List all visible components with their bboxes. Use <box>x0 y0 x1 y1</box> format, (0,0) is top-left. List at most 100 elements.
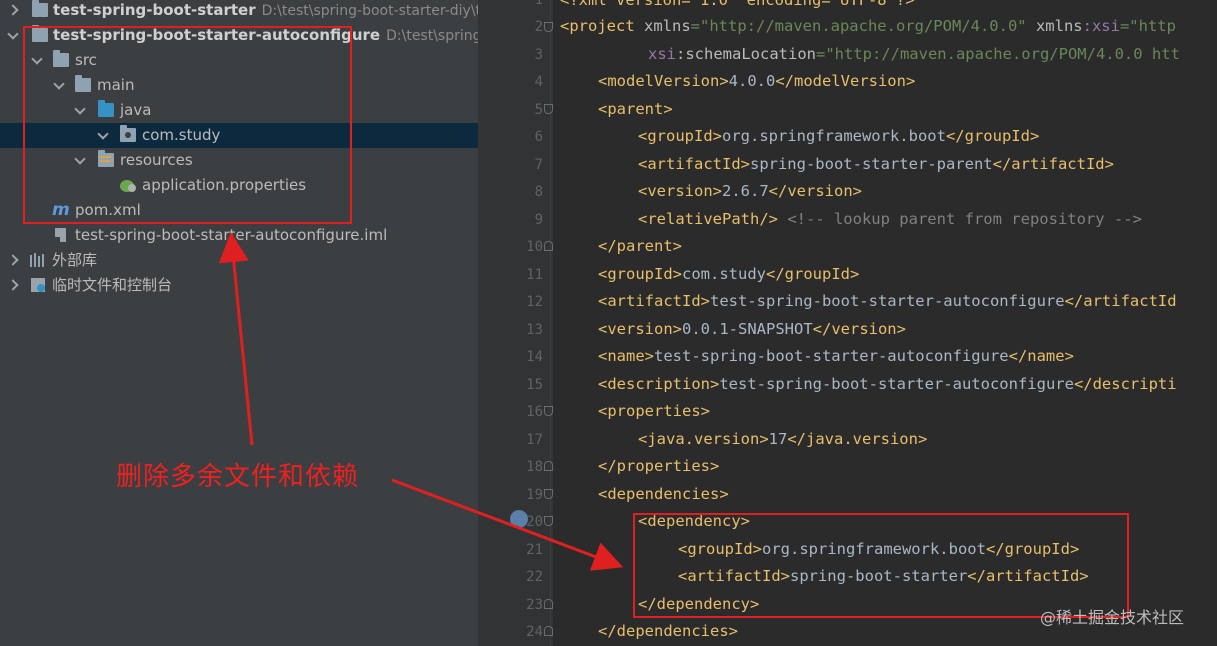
tree-label: java <box>120 101 152 119</box>
tree-label: src <box>75 51 97 69</box>
module-folder-icon <box>32 0 48 17</box>
line-number: 24 <box>526 624 543 640</box>
tree-row-resources[interactable]: resources <box>0 148 478 173</box>
project-tree-panel: test-spring-boot-starter D:\test\spring-b… <box>0 0 478 646</box>
fold-marker-icon[interactable] <box>544 104 553 115</box>
module-path: D:\test\spring-boot-starter-diy\t <box>261 3 478 19</box>
tree-row-pom[interactable]: m pom.xml <box>0 198 478 223</box>
code-line: <parent> <box>598 100 673 118</box>
code-line: <?xml version="1.0" encoding="UTF-8"?> <box>560 0 915 9</box>
line-number: 13 <box>526 322 543 338</box>
module-path: D:\test\spring-bo <box>386 28 478 44</box>
fold-marker-icon[interactable] <box>544 406 553 417</box>
line-number: 19 <box>526 487 543 503</box>
tree-label: main <box>97 76 135 94</box>
code-line: <dependency> <box>638 512 750 530</box>
code-line: </parent> <box>598 237 682 255</box>
fold-marker-icon[interactable] <box>544 626 553 637</box>
folder-icon <box>53 50 69 67</box>
line-number: 22 <box>526 569 543 585</box>
code-line: </dependency> <box>638 595 760 613</box>
tree-row-main[interactable]: main <box>0 73 478 98</box>
code-line: <groupId>org.springframework.boot</group… <box>638 127 1040 145</box>
code-line: <version>2.6.7</version> <box>638 182 862 200</box>
resources-folder-icon <box>98 150 114 167</box>
tree-row-external-libraries[interactable]: 外部库 <box>0 248 478 273</box>
scratch-icon <box>31 278 45 292</box>
line-number: 15 <box>526 377 543 393</box>
package-icon <box>120 125 136 142</box>
line-number: 14 <box>526 349 543 365</box>
line-number: 21 <box>526 542 543 558</box>
line-number: 9 <box>534 212 543 228</box>
line-number: 7 <box>534 157 543 173</box>
code-line: <artifactId>test-spring-boot-starter-aut… <box>598 292 1177 310</box>
tree-label: 外部库 <box>52 251 98 269</box>
code-line: <dependencies> <box>598 485 729 503</box>
annotation-callout: 删除多余文件和依赖 <box>116 462 360 492</box>
line-number: 17 <box>526 432 543 448</box>
line-number: 1 <box>534 0 543 8</box>
module-file-icon <box>55 228 66 242</box>
tree-row-com-study[interactable]: com.study <box>0 123 478 148</box>
line-number: 20 <box>526 514 543 530</box>
code-line: <project xmlns="http://maven.apache.org/… <box>560 17 1176 35</box>
library-icon <box>30 253 46 267</box>
code-line: <modelVersion>4.0.0</modelVersion> <box>598 72 916 90</box>
fold-marker-icon[interactable] <box>544 489 553 500</box>
code-line: <relativePath/> <!-- lookup parent from … <box>638 210 1142 228</box>
line-number: 23 <box>526 597 543 613</box>
line-number: 6 <box>534 129 543 145</box>
module-name: test-spring-boot-starter <box>53 1 256 19</box>
code-line: <groupId>org.springframework.boot</group… <box>678 540 1080 558</box>
source-folder-icon <box>98 100 114 117</box>
tree-label: resources <box>120 151 193 169</box>
code-line: <description>test-spring-boot-starter-au… <box>598 375 1177 393</box>
code-line: <groupId>com.study</groupId> <box>598 265 860 283</box>
fold-marker-icon[interactable] <box>544 241 553 252</box>
module-folder-icon <box>32 25 48 42</box>
code-line: </dependencies> <box>598 622 738 640</box>
line-numbers: 1 2 3 4 5 6 7 8 9 10 11 12 13 14 15 16 1… <box>478 0 553 646</box>
tree-row-scratches[interactable]: 临时文件和控制台 <box>0 273 478 298</box>
code-line: <name>test-spring-boot-starter-autoconfi… <box>598 347 1074 365</box>
fold-marker-icon[interactable] <box>544 516 553 527</box>
watermark: @稀土掘金技术社区 <box>1040 608 1185 627</box>
code-line: xsi:schemaLocation="http://maven.apache.… <box>648 45 1180 63</box>
maven-icon: m <box>52 200 70 220</box>
tree-row-java[interactable]: java <box>0 98 478 123</box>
code-line: <artifactId>spring-boot-starter</artifac… <box>678 567 1089 585</box>
code-line: </properties> <box>598 457 720 475</box>
tree-row-application-properties[interactable]: application.properties <box>0 173 478 198</box>
tree-row-starter[interactable]: test-spring-boot-starter D:\test\spring-b… <box>0 0 478 23</box>
line-number: 5 <box>534 102 543 118</box>
tree-label: pom.xml <box>75 201 141 219</box>
line-number: 4 <box>534 74 543 90</box>
tree-label: 临时文件和控制台 <box>52 276 173 294</box>
line-number: 16 <box>526 404 543 420</box>
line-number: 8 <box>534 184 543 200</box>
line-number: 11 <box>526 267 543 283</box>
fold-marker-icon[interactable] <box>544 22 553 33</box>
tree-row-autoconfigure[interactable]: test-spring-boot-starter-autoconfigure D:… <box>0 23 478 48</box>
tree-label: test-spring-boot-starter-autoconfigure.i… <box>75 226 388 244</box>
line-number: 10 <box>526 239 543 255</box>
code-line: <version>0.0.1-SNAPSHOT</version> <box>598 320 906 338</box>
code-line: <artifactId>spring-boot-starter-parent</… <box>638 155 1114 173</box>
line-number: 3 <box>534 47 543 63</box>
line-number: 2 <box>534 19 543 35</box>
module-name: test-spring-boot-starter-autoconfigure <box>53 26 381 44</box>
tree-row-iml[interactable]: test-spring-boot-starter-autoconfigure.i… <box>0 223 478 248</box>
tree-label: com.study <box>142 126 221 144</box>
tree-row-src[interactable]: src <box>0 48 478 73</box>
code-line: <java.version>17</java.version> <box>638 430 928 448</box>
spring-properties-icon <box>120 178 136 192</box>
fold-marker-icon[interactable] <box>544 461 553 472</box>
line-number: 12 <box>526 294 543 310</box>
code-editor[interactable]: <?xml version="1.0" encoding="UTF-8"?> <… <box>478 0 1217 646</box>
folder-icon <box>75 75 91 92</box>
tree-label: application.properties <box>142 176 307 194</box>
code-line: <properties> <box>598 402 710 420</box>
line-number: 18 <box>526 459 543 475</box>
fold-marker-icon[interactable] <box>544 599 553 610</box>
